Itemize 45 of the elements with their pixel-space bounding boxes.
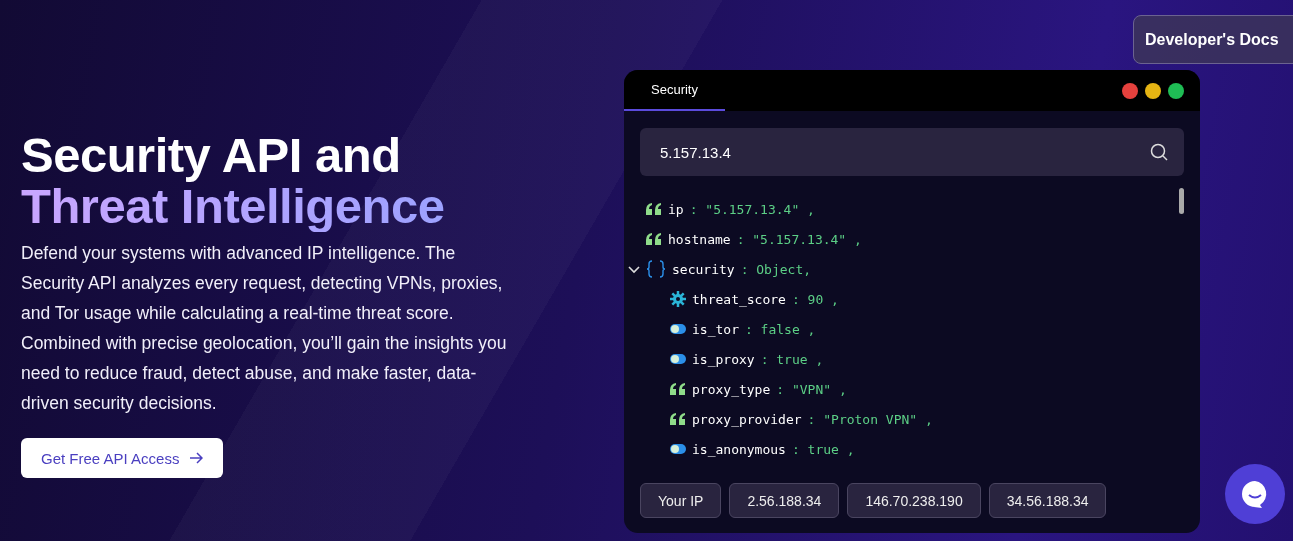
json-value: : Object,: [740, 261, 812, 277]
chevron-icon[interactable]: [628, 263, 640, 275]
json-key: is_tor: [692, 321, 739, 337]
json-value: : "5.157.13.4" ,: [689, 201, 815, 217]
json-value: : true ,: [760, 351, 824, 367]
maximize-dot[interactable]: [1168, 82, 1184, 99]
toggle-icon: [670, 444, 686, 454]
ip-search-field[interactable]: 5.157.13.4: [640, 128, 1184, 176]
json-key: is_anonymous: [692, 441, 786, 457]
hero-title: Security API and: [21, 130, 402, 180]
docs-button[interactable]: Developer's Docs: [1133, 15, 1293, 64]
json-key: proxy_type: [692, 381, 771, 397]
quote-icon: [646, 233, 662, 245]
close-dot[interactable]: [1122, 82, 1138, 99]
hero-description: Defend your systems with advanced IP intelligence. The Security API analyzes every request, detecting VPNs, proxies, and Tor usage while calculating a real-time threat score. Combined with precise geolocation, you’ll gain the insights you need to reduce fraud, detect abuse, and make faster, data-driven security decisions.: [21, 242, 508, 415]
json-key: is_proxy: [692, 351, 755, 367]
ip-chip[interactable]: 34.56.188.34: [988, 483, 1107, 518]
quote-icon: [670, 383, 686, 395]
toggle-icon: [670, 354, 686, 364]
braces-icon: [646, 260, 666, 278]
quote-icon: [646, 203, 662, 215]
json-value: : "5.157.13.4" ,: [736, 231, 862, 247]
json-key: security: [672, 261, 735, 277]
ip-chip[interactable]: Your IP: [640, 483, 722, 518]
json-key: hostname: [668, 231, 731, 247]
cta-button[interactable]: Get Free API Access: [21, 438, 224, 478]
arrow-right-icon: [189, 452, 204, 464]
quote-icon: [670, 413, 686, 425]
json-key: proxy_provider: [692, 411, 802, 427]
ip-chip[interactable]: 146.70.238.190: [847, 483, 981, 518]
ip-chip[interactable]: 2.56.188.34: [729, 483, 840, 518]
json-value: : 90 ,: [791, 291, 839, 307]
toggle-icon: [670, 324, 686, 334]
gear-icon: [670, 291, 686, 307]
json-key: ip: [668, 201, 684, 217]
json-value: : "Proton VPN" ,: [807, 411, 933, 427]
tab[interactable]: Security: [624, 70, 725, 111]
json-key: threat_score: [692, 291, 786, 307]
json-value: : false ,: [744, 321, 816, 337]
json-value: : "VPN" ,: [776, 381, 847, 397]
search-icon[interactable]: [1150, 143, 1168, 161]
minimize-dot[interactable]: [1145, 82, 1161, 99]
json-value: : true ,: [791, 441, 855, 457]
scrollbar[interactable]: [1179, 188, 1184, 214]
chat-button[interactable]: [1225, 464, 1285, 524]
